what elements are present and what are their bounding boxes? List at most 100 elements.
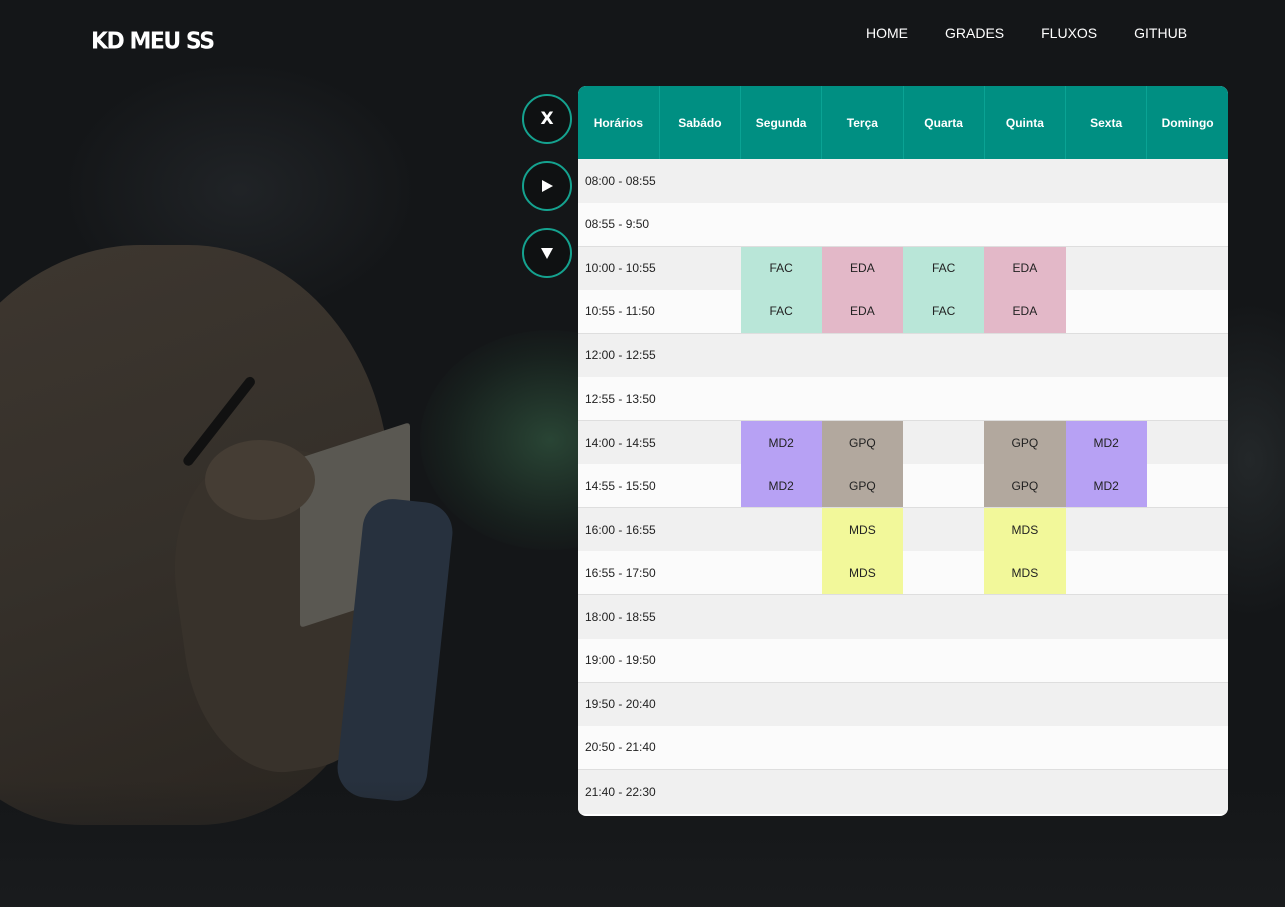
empty-cell[interactable] [1146,638,1228,683]
empty-cell[interactable] [740,202,822,247]
empty-cell[interactable] [821,638,903,683]
empty-cell[interactable] [903,376,985,421]
class-cell[interactable]: EDA [821,245,903,290]
empty-cell[interactable] [903,551,985,595]
empty-cell[interactable] [1146,464,1228,508]
class-cell[interactable]: EDA [984,245,1066,290]
empty-cell[interactable] [821,202,903,247]
empty-cell[interactable] [821,594,903,639]
class-cell[interactable]: FAC [903,289,985,334]
empty-cell[interactable] [659,464,741,508]
empty-cell[interactable] [903,159,985,203]
empty-cell[interactable] [821,332,903,377]
empty-cell[interactable] [1065,376,1147,421]
empty-cell[interactable] [903,725,985,770]
empty-cell[interactable] [1065,725,1147,770]
empty-cell[interactable] [659,332,741,377]
class-cell[interactable]: MDS [984,551,1066,595]
empty-cell[interactable] [1146,725,1228,770]
empty-cell[interactable] [903,332,985,377]
empty-cell[interactable] [740,332,822,377]
empty-cell[interactable] [1065,638,1147,683]
class-cell[interactable]: GPQ [821,464,903,508]
empty-cell[interactable] [659,507,741,552]
empty-cell[interactable] [1065,245,1147,290]
empty-cell[interactable] [821,376,903,421]
expand-button[interactable] [522,228,572,278]
empty-cell[interactable] [1146,507,1228,552]
empty-cell[interactable] [903,507,985,552]
class-cell[interactable]: MD2 [1065,464,1147,508]
empty-cell[interactable] [659,551,741,595]
empty-cell[interactable] [1065,332,1147,377]
empty-cell[interactable] [903,464,985,508]
empty-cell[interactable] [659,638,741,683]
class-cell[interactable]: FAC [740,245,822,290]
class-cell[interactable]: MD2 [1065,420,1147,465]
empty-cell[interactable] [984,725,1066,770]
empty-cell[interactable] [659,245,741,290]
empty-cell[interactable] [984,159,1066,203]
empty-cell[interactable] [740,638,822,683]
empty-cell[interactable] [984,202,1066,247]
class-cell[interactable]: FAC [903,245,985,290]
empty-cell[interactable] [984,376,1066,421]
class-cell[interactable]: MD2 [740,420,822,465]
empty-cell[interactable] [903,638,985,683]
empty-cell[interactable] [903,594,985,639]
empty-cell[interactable] [659,376,741,421]
empty-cell[interactable] [740,159,822,203]
empty-cell[interactable] [903,202,985,247]
empty-cell[interactable] [903,681,985,726]
empty-cell[interactable] [821,159,903,203]
empty-cell[interactable] [1146,202,1228,247]
empty-cell[interactable] [740,768,822,815]
class-cell[interactable]: MDS [984,507,1066,552]
empty-cell[interactable] [1065,507,1147,552]
empty-cell[interactable] [659,725,741,770]
empty-cell[interactable] [659,420,741,465]
class-cell[interactable]: GPQ [984,420,1066,465]
class-cell[interactable]: GPQ [821,420,903,465]
empty-cell[interactable] [659,594,741,639]
empty-cell[interactable] [1146,768,1228,815]
empty-cell[interactable] [1146,681,1228,726]
empty-cell[interactable] [1146,376,1228,421]
empty-cell[interactable] [1146,551,1228,595]
empty-cell[interactable] [659,202,741,247]
empty-cell[interactable] [1146,159,1228,203]
class-cell[interactable]: MDS [821,551,903,595]
empty-cell[interactable] [1146,420,1228,465]
empty-cell[interactable] [1146,594,1228,639]
empty-cell[interactable] [659,681,741,726]
empty-cell[interactable] [821,681,903,726]
empty-cell[interactable] [1065,768,1147,815]
class-cell[interactable]: GPQ [984,464,1066,508]
empty-cell[interactable] [659,159,741,203]
empty-cell[interactable] [903,768,985,815]
empty-cell[interactable] [740,507,822,552]
nav-fluxos-link[interactable]: FLUXOS [1041,25,1097,41]
empty-cell[interactable] [1065,594,1147,639]
empty-cell[interactable] [1065,551,1147,595]
nav-home-link[interactable]: HOME [866,25,908,41]
empty-cell[interactable] [1065,289,1147,334]
class-cell[interactable]: MDS [821,507,903,552]
empty-cell[interactable] [821,725,903,770]
empty-cell[interactable] [1065,681,1147,726]
empty-cell[interactable] [740,725,822,770]
empty-cell[interactable] [659,768,741,815]
empty-cell[interactable] [984,594,1066,639]
empty-cell[interactable] [984,332,1066,377]
class-cell[interactable]: EDA [821,289,903,334]
empty-cell[interactable] [1065,202,1147,247]
class-cell[interactable]: MD2 [740,464,822,508]
empty-cell[interactable] [740,376,822,421]
nav-github-link[interactable]: GITHUB [1134,25,1187,41]
class-cell[interactable]: FAC [740,289,822,334]
empty-cell[interactable] [1146,332,1228,377]
empty-cell[interactable] [1146,289,1228,334]
empty-cell[interactable] [740,594,822,639]
empty-cell[interactable] [984,638,1066,683]
play-button[interactable] [522,161,572,211]
